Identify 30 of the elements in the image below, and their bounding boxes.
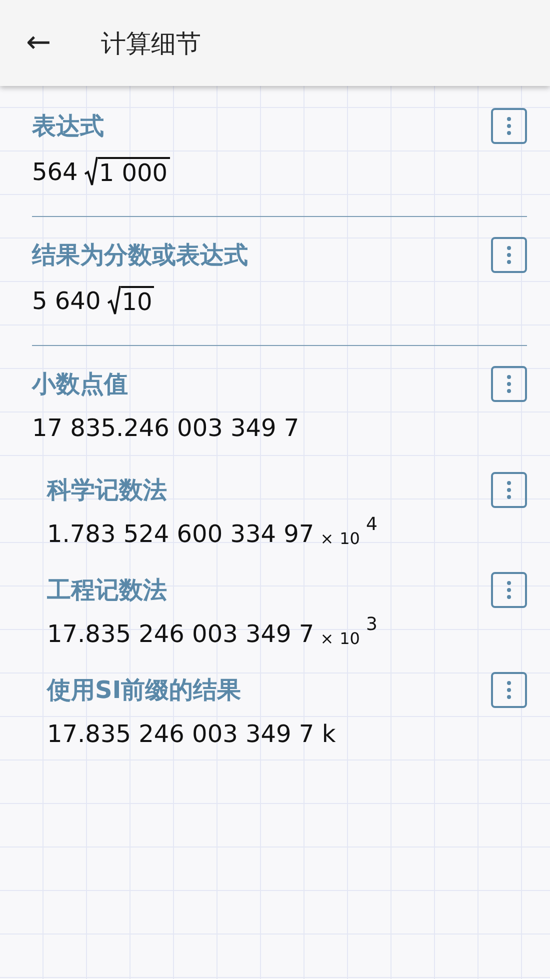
exponent: 4 <box>366 514 378 535</box>
square-root-icon <box>84 156 98 186</box>
square-root-icon <box>106 285 121 315</box>
coefficient: 5 640 <box>32 287 101 315</box>
times-sign: × <box>320 629 334 648</box>
radicand: 1 000 <box>98 156 170 186</box>
mantissa: 17.835 246 003 349 7 <box>47 620 314 648</box>
section-title: 使用SI前缀的结果 <box>47 675 242 706</box>
section-title: 科学记数法 <box>47 475 167 506</box>
section-title: 结果为分数或表达式 <box>32 240 248 271</box>
more-menu-button[interactable] <box>491 237 527 273</box>
back-button[interactable]: ← <box>26 28 52 58</box>
exponent: 3 <box>366 614 378 635</box>
more-menu-button[interactable] <box>491 366 527 402</box>
section-title: 工程记数法 <box>47 575 167 606</box>
radicand: 10 <box>120 286 154 315</box>
times-sign: × <box>320 529 334 548</box>
more-menu-button[interactable] <box>491 672 527 708</box>
more-menu-button[interactable] <box>491 472 527 508</box>
more-menu-button[interactable] <box>491 572 527 608</box>
power-base: 10 <box>340 529 360 548</box>
power-base: 10 <box>340 629 360 648</box>
decimal-value: 17.835 246 003 349 7 k <box>47 720 336 748</box>
section-title: 表达式 <box>32 111 104 142</box>
section-title: 小数点值 <box>32 369 128 400</box>
screen-title: 计算细节 <box>101 28 202 60</box>
coefficient: 564 <box>32 158 78 186</box>
mantissa: 1.783 524 600 334 97 <box>47 520 314 548</box>
more-menu-button[interactable] <box>491 108 527 144</box>
decimal-value: 17 835.246 003 349 7 <box>32 414 300 442</box>
